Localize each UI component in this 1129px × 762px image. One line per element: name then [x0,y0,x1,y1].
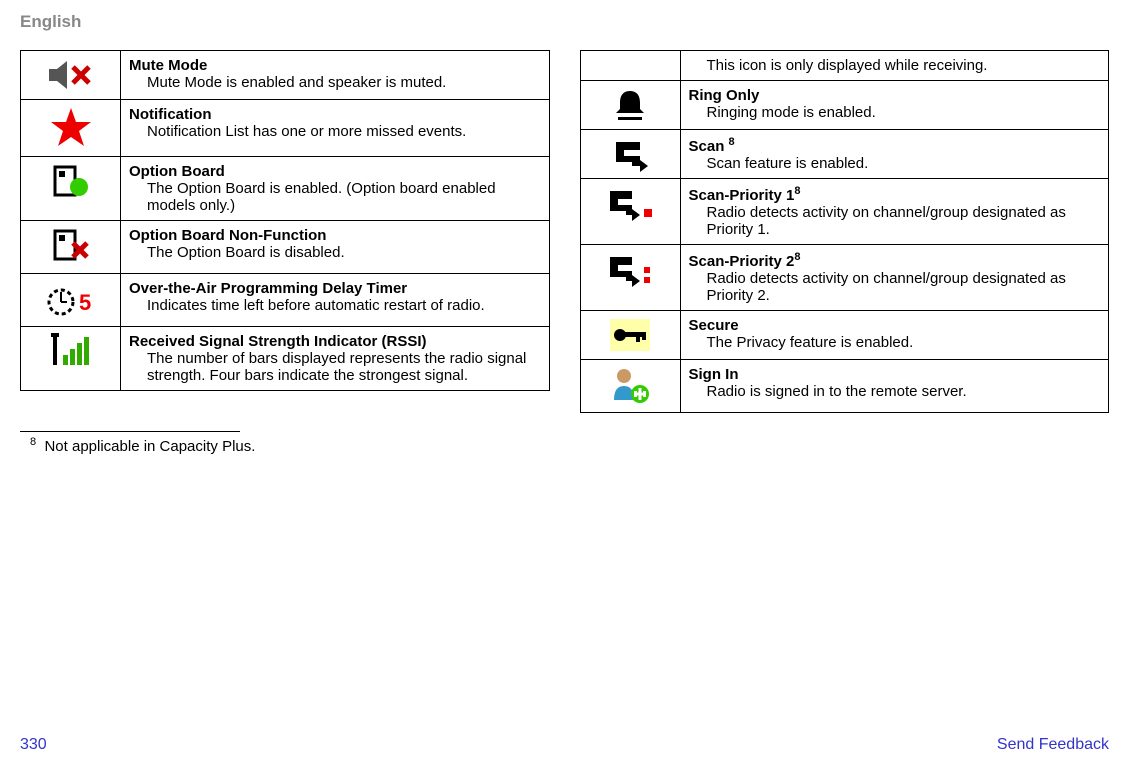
scan-priority2-icon [580,245,680,311]
row-text: Sign In Radio is signed in to the remote… [680,360,1109,413]
send-feedback-link[interactable]: Send Feedback [997,736,1109,754]
option-board-icon [21,157,121,221]
notification-icon [21,100,121,157]
row-title: Mute Mode [129,57,207,74]
row-title: Notification [129,106,212,123]
row-rssi: Received Signal Strength Indicator (RSSI… [21,327,550,391]
content-columns: Mute Mode Mute Mode is enabled and speak… [20,50,1109,413]
row-title: Scan-Priority 28 [689,253,801,270]
row-notification: Notification Notification List has one o… [21,100,550,157]
row-text: Notification Notification List has one o… [121,100,550,157]
icon-table-right: This icon is only displayed while receiv… [580,50,1110,413]
row-text: Option Board Non-Function The Option Boa… [121,221,550,274]
footnote-number: 8 [30,436,36,448]
right-column: This icon is only displayed while receiv… [580,50,1110,413]
svg-text:5: 5 [79,290,91,315]
row-text: Over-the-Air Programming Delay Timer Ind… [121,274,550,327]
row-text: Scan-Priority 18 Radio detects activity … [680,179,1109,245]
row-desc: The Option Board is enabled. (Option boa… [147,180,541,214]
row-desc: The Privacy feature is enabled. [707,334,1101,351]
row-text: Ring Only Ringing mode is enabled. [680,81,1109,130]
footnote-rule [20,431,240,432]
row-text: Scan 8 Scan feature is enabled. [680,130,1109,179]
row-desc: Radio detects activity on channel/group … [707,204,1101,238]
row-desc: Radio detects activity on channel/group … [707,270,1101,304]
rssi-icon [21,327,121,391]
row-receiving-cont: This icon is only displayed while receiv… [580,51,1109,81]
row-scan-p2: Scan-Priority 28 Radio detects activity … [580,245,1109,311]
row-option-board-non: Option Board Non-Function The Option Boa… [21,221,550,274]
row-scan-p1: Scan-Priority 18 Radio detects activity … [580,179,1109,245]
row-title: Option Board [129,163,225,180]
secure-icon [580,311,680,360]
sign-in-icon [580,360,680,413]
footnote-text: Not applicable in Capacity Plus. [44,438,255,455]
row-text: This icon is only displayed while receiv… [680,51,1109,81]
row-secure: Secure The Privacy feature is enabled. [580,311,1109,360]
row-desc: The number of bars displayed represents … [147,350,541,384]
row-title: Scan 8 [689,138,735,155]
row-title: Sign In [689,366,739,383]
row-ring-only: Ring Only Ringing mode is enabled. [580,81,1109,130]
row-desc: Indicates time left before automatic res… [147,297,541,314]
row-title: Received Signal Strength Indicator (RSSI… [129,333,427,350]
row-option-board: Option Board The Option Board is enabled… [21,157,550,221]
ring-only-icon [580,81,680,130]
row-text: Received Signal Strength Indicator (RSSI… [121,327,550,391]
row-desc: Mute Mode is enabled and speaker is mute… [147,74,541,91]
row-title: Ring Only [689,87,760,104]
mute-mode-icon [21,51,121,100]
scan-icon [580,130,680,179]
empty-icon-cell [580,51,680,81]
footnote: 8 Not applicable in Capacity Plus. [30,436,1109,455]
row-ota-timer: 5 Over-the-Air Programming Delay Timer I… [21,274,550,327]
row-desc: The Option Board is disabled. [147,244,541,261]
left-column: Mute Mode Mute Mode is enabled and speak… [20,50,550,413]
row-desc: Ringing mode is enabled. [707,104,1101,121]
row-desc: This icon is only displayed while receiv… [707,57,1101,74]
row-title: Option Board Non-Function [129,227,326,244]
option-board-nonfunction-icon [21,221,121,274]
row-title: Scan-Priority 18 [689,187,801,204]
icon-table-left: Mute Mode Mute Mode is enabled and speak… [20,50,550,391]
row-desc: Radio is signed in to the remote server. [707,383,1101,400]
row-title: Over-the-Air Programming Delay Timer [129,280,407,297]
page-number: 330 [20,736,47,754]
row-title: Secure [689,317,739,334]
row-desc: Notification List has one or more missed… [147,123,541,140]
row-text: Secure The Privacy feature is enabled. [680,311,1109,360]
row-text: Option Board The Option Board is enabled… [121,157,550,221]
page-header: English [20,12,1109,32]
row-text: Mute Mode Mute Mode is enabled and speak… [121,51,550,100]
row-desc: Scan feature is enabled. [707,155,1101,172]
row-sign-in: Sign In Radio is signed in to the remote… [580,360,1109,413]
ota-timer-icon: 5 [21,274,121,327]
row-scan: Scan 8 Scan feature is enabled. [580,130,1109,179]
page-footer: 330 Send Feedback [20,736,1109,754]
row-text: Scan-Priority 28 Radio detects activity … [680,245,1109,311]
row-mute-mode: Mute Mode Mute Mode is enabled and speak… [21,51,550,100]
scan-priority1-icon [580,179,680,245]
